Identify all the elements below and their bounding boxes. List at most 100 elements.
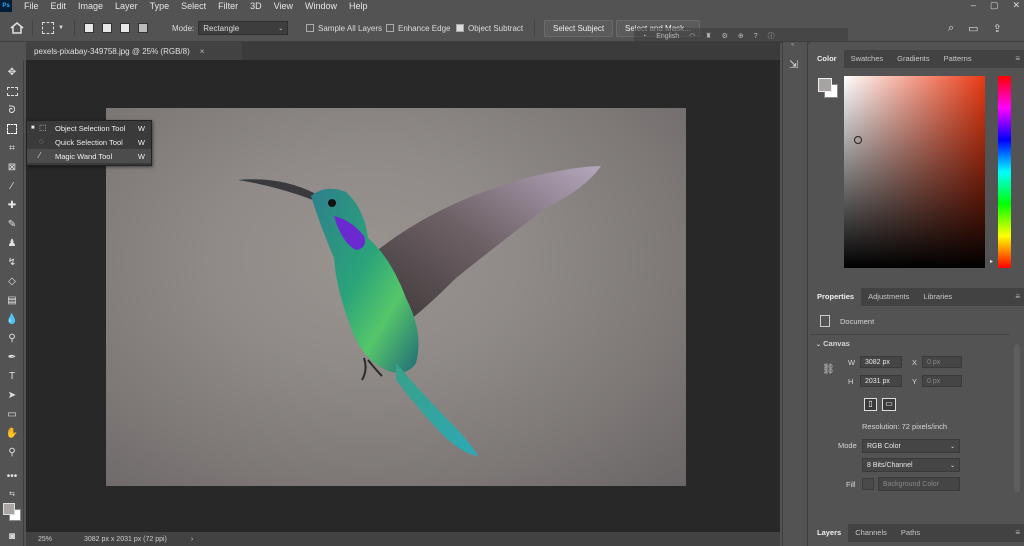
move-tool-icon[interactable]: ✥: [4, 64, 20, 80]
flyout-item-label: Quick Selection Tool: [55, 137, 123, 147]
workspace-icon[interactable]: ▭: [968, 22, 978, 35]
overlay-icon: ♜: [705, 33, 712, 40]
document-tab[interactable]: pexels-pixabay-349758.jpg @ 25% (RGB/8) …: [26, 42, 242, 60]
rectangle-tool-icon[interactable]: ▭: [4, 406, 20, 422]
bit-depth-select[interactable]: 8 Bits/Channel ⌄: [862, 458, 960, 472]
shortcut-key: W: [137, 151, 145, 161]
flyout-item-magic-wand[interactable]: ⁄ Magic Wand Tool W: [27, 149, 151, 163]
menu-image[interactable]: Image: [72, 0, 109, 12]
canvas-section-header[interactable]: ⌄ Canvas: [816, 339, 850, 348]
clone-stamp-tool-icon[interactable]: ♟: [4, 235, 20, 251]
eraser-tool-icon[interactable]: ◇: [4, 273, 20, 289]
tab-swatches[interactable]: Swatches: [844, 50, 891, 68]
eyedropper-tool-icon[interactable]: ⁄: [4, 178, 20, 194]
x-field[interactable]: 0 px: [922, 356, 962, 368]
tab-gradients[interactable]: Gradients: [890, 50, 937, 68]
options-bar: ▼ Mode: Rectangle ⌄ Sample All Layers En…: [0, 14, 1024, 42]
flyout-item-object-selection[interactable]: ■ ⬚ Object Selection Tool W: [27, 121, 151, 135]
height-field[interactable]: 2031 px: [860, 375, 902, 387]
foreground-color-swatch[interactable]: [818, 78, 832, 92]
more-tools-icon[interactable]: •••: [4, 468, 20, 484]
frame-tool-icon[interactable]: ⊠: [4, 159, 20, 175]
status-arrow[interactable]: ›: [191, 536, 193, 543]
brush-tool-icon[interactable]: ✎: [4, 216, 20, 232]
tab-properties[interactable]: Properties: [810, 288, 862, 306]
panel-menu-icon[interactable]: ≡: [1015, 292, 1020, 301]
document-image[interactable]: [106, 108, 686, 486]
overlay-language: English: [656, 32, 680, 40]
menu-select[interactable]: Select: [175, 0, 212, 12]
blur-tool-icon[interactable]: 💧: [4, 311, 20, 327]
type-tool-icon[interactable]: T: [4, 368, 20, 384]
tab-libraries[interactable]: Libraries: [916, 288, 959, 306]
menu-help[interactable]: Help: [343, 0, 374, 12]
hand-tool-icon[interactable]: ✋: [4, 425, 20, 441]
menu-edit[interactable]: Edit: [45, 0, 73, 12]
swap-colors-icon[interactable]: ⇆: [4, 486, 20, 502]
panel-menu-icon[interactable]: ≡: [1015, 54, 1020, 63]
dodge-tool-icon[interactable]: ⚲: [4, 330, 20, 346]
menu-view[interactable]: View: [268, 0, 299, 12]
select-subject-button[interactable]: Select Subject: [544, 19, 614, 37]
tab-paths[interactable]: Paths: [894, 524, 927, 542]
zoom-level[interactable]: 25%: [26, 536, 66, 543]
minimize-button[interactable]: –: [971, 0, 976, 10]
home-icon[interactable]: [10, 14, 24, 42]
pen-tool-icon[interactable]: ✒: [4, 349, 20, 365]
history-brush-tool-icon[interactable]: ↯: [4, 254, 20, 270]
gradient-tool-icon[interactable]: ▤: [4, 292, 20, 308]
add-to-selection-icon[interactable]: [102, 23, 112, 33]
object-selection-icon: [42, 22, 54, 34]
foreground-color-swatch[interactable]: [3, 503, 15, 515]
landscape-orientation-icon[interactable]: ▭: [882, 398, 896, 411]
mode-select[interactable]: Rectangle ⌄: [198, 21, 289, 35]
menu-window[interactable]: Window: [299, 0, 343, 12]
intersect-selection-icon[interactable]: [138, 23, 148, 33]
new-selection-icon[interactable]: [84, 23, 94, 33]
y-field[interactable]: 0 px: [922, 375, 962, 387]
tool-preset-picker[interactable]: ▼: [42, 14, 64, 42]
menu-layer[interactable]: Layer: [109, 0, 144, 12]
color-picker-field[interactable]: [844, 76, 985, 268]
flyout-item-quick-selection[interactable]: ◌ Quick Selection Tool W: [27, 135, 151, 149]
tab-patterns[interactable]: Patterns: [937, 50, 979, 68]
tab-layers[interactable]: Layers: [810, 524, 849, 542]
portrait-orientation-icon[interactable]: ▯: [864, 398, 877, 411]
crop-tool-icon[interactable]: ⌗: [4, 140, 20, 156]
menu-3d[interactable]: 3D: [244, 0, 268, 12]
properties-scrollbar[interactable]: [1014, 344, 1020, 492]
quick-mask-icon[interactable]: ◙: [4, 528, 20, 544]
object-selection-tool-icon[interactable]: [4, 121, 20, 137]
menu-filter[interactable]: Filter: [212, 0, 244, 12]
enhance-edge-checkbox[interactable]: Enhance Edge: [386, 14, 451, 42]
healing-brush-tool-icon[interactable]: ✚: [4, 197, 20, 213]
search-icon[interactable]: ⌕: [948, 22, 954, 35]
hue-slider-handle[interactable]: ▸: [990, 258, 993, 265]
tab-color[interactable]: Color: [810, 50, 844, 68]
menu-file[interactable]: File: [18, 0, 45, 12]
close-button[interactable]: ✕: [1012, 0, 1020, 10]
panel-menu-icon[interactable]: ≡: [1015, 528, 1020, 537]
sample-all-layers-checkbox[interactable]: Sample All Layers: [306, 14, 382, 42]
marquee-tool-icon[interactable]: [4, 83, 20, 99]
object-subtract-checkbox[interactable]: Object Subtract: [456, 14, 523, 42]
share-icon[interactable]: ⇪: [993, 22, 1002, 35]
menu-type[interactable]: Type: [144, 0, 176, 12]
tab-channels[interactable]: Channels: [848, 524, 894, 542]
fill-swatch[interactable]: [862, 478, 874, 490]
subtract-selection-icon[interactable]: [120, 23, 130, 33]
tab-adjustments[interactable]: Adjustments: [861, 288, 916, 306]
link-icon[interactable]: ⛓: [822, 364, 835, 375]
width-field[interactable]: 3082 px: [860, 356, 902, 368]
history-panel-icon[interactable]: ⇲: [789, 58, 798, 71]
close-icon[interactable]: ×: [200, 47, 205, 56]
restore-button[interactable]: ▢: [990, 0, 999, 10]
path-selection-tool-icon[interactable]: ➤: [4, 387, 20, 403]
hue-slider[interactable]: [998, 76, 1011, 268]
fill-select[interactable]: Background Color: [878, 477, 960, 491]
color-mode-select[interactable]: RGB Color ⌄: [862, 439, 960, 453]
document-label: Document: [840, 317, 875, 326]
collapse-arrows-icon[interactable]: «: [791, 42, 794, 48]
lasso-tool-icon[interactable]: ᘐ: [4, 102, 20, 118]
zoom-tool-icon[interactable]: ⚲: [4, 444, 20, 460]
